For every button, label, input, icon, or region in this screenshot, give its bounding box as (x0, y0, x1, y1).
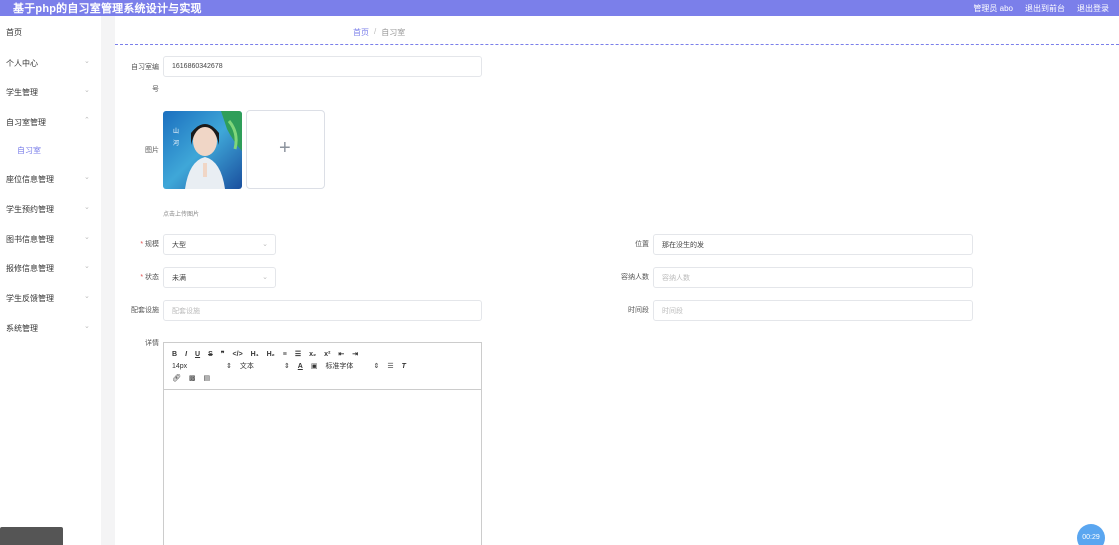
underline-button[interactable]: U (195, 351, 200, 358)
ordered-list-button[interactable]: ≡ (283, 351, 287, 358)
sidebar-item-room-mgmt[interactable]: 自习室管理 ⌃ (0, 113, 101, 131)
font-color-icon[interactable]: A (298, 363, 303, 370)
bold-button[interactable]: B (172, 351, 177, 358)
image-icon[interactable]: ▩ (189, 374, 196, 382)
chevron-down-icon: ⌄ (84, 323, 90, 330)
sidebar: 首页 个人中心 ⌄ 学生管理 ⌄ 自习室管理 ⌃ 自习室 座位信息管理 ⌄ 学生预约管理… (0, 16, 101, 545)
strike-button[interactable]: S (208, 351, 213, 358)
chevron-down-icon: ⌄ (84, 204, 90, 211)
select-arrow-icon: ⇕ (226, 363, 232, 370)
sidebar-item-profile[interactable]: 个人中心 ⌄ (0, 54, 101, 72)
location-input[interactable]: 那在没生的发 (653, 234, 973, 255)
h2-button[interactable]: H₂ (267, 351, 275, 358)
sidebar-item-home[interactable]: 首页 (0, 23, 101, 41)
chevron-down-icon: ⌄ (84, 87, 90, 94)
breadcrumb-home[interactable]: 首页 (353, 27, 369, 38)
video-icon[interactable]: ▤ (204, 374, 211, 382)
plus-icon: + (279, 137, 291, 159)
app-title: 基于php的自习室管理系统设计与实现 (13, 3, 202, 15)
sidebar-item-seats[interactable]: 座位信息管理 ⌄ (0, 170, 101, 188)
sidebar-item-system[interactable]: 系统管理 ⌄ (0, 319, 101, 337)
status-label: 状态 (115, 272, 159, 282)
header-actions: 管理员 abo 退出到前台 退出登录 (973, 3, 1109, 14)
select-arrow-icon: ⇕ (283, 363, 290, 370)
timeslot-label: 时间段 (628, 307, 649, 314)
editor-toolbar: B I U S ❞ </> H₁ H₂ ≡ ☰ x₂ x² ⇤ ⇥ 14px ⇕… (164, 343, 481, 390)
facilities-input[interactable]: 配套设施 (163, 300, 482, 321)
capacity-input[interactable]: 容纳人数 (653, 267, 973, 288)
bullet-list-button[interactable]: ☰ (295, 350, 301, 358)
upload-hint: 点击上传图片 (163, 212, 200, 218)
align-icon[interactable]: ☰ (387, 362, 393, 370)
superscript-button[interactable]: x² (324, 351, 330, 358)
image-label: 图片 (145, 147, 159, 154)
chevron-down-icon: ⌄ (84, 174, 90, 181)
chevron-down-icon: ⌄ (84, 263, 90, 270)
main-panel: 首页 / 自习室 自习室编 号 1616860342678 图片 山 河 + 点… (115, 16, 1119, 545)
top-bar: 基于php的自习室管理系统设计与实现 管理员 abo 退出到前台 退出登录 (0, 0, 1119, 16)
to-frontend-link[interactable]: 退出到前台 (1025, 3, 1065, 14)
logout-link[interactable]: 退出登录 (1077, 3, 1109, 14)
room-image-thumbnail[interactable]: 山 河 (163, 111, 242, 189)
facilities-label: 配套设施 (131, 307, 159, 314)
link-icon[interactable]: 🔗︎ (172, 374, 181, 382)
sidebar-item-books[interactable]: 图书信息管理 ⌄ (0, 230, 101, 248)
size-label: 规模 (115, 239, 159, 249)
chevron-down-icon: ⌄ (84, 58, 90, 65)
svg-text:山: 山 (173, 127, 179, 135)
text-type-select[interactable]: 文本 (240, 361, 276, 371)
sidebar-item-reservations[interactable]: 学生预约管理 ⌄ (0, 200, 101, 218)
chevron-down-icon: ⌄ (262, 274, 268, 281)
chevron-down-icon: ⌄ (84, 234, 90, 241)
svg-text:河: 河 (173, 139, 179, 147)
clear-format-icon[interactable]: T (402, 363, 406, 370)
admin-name: 管理员 abo (973, 3, 1013, 13)
size-select[interactable]: 大型 ⌄ (163, 234, 276, 255)
code-button[interactable]: </> (233, 351, 243, 358)
background-color-icon[interactable]: ▣ (311, 362, 318, 370)
room-no-label: 自习室编 (131, 64, 159, 71)
location-label: 位置 (635, 241, 649, 248)
sidebar-item-repairs[interactable]: 报修信息管理 ⌄ (0, 259, 101, 277)
breadcrumb: 首页 / 自习室 (115, 16, 1119, 45)
chevron-down-icon: ⌄ (84, 293, 90, 300)
room-no-label-cont: 号 (152, 86, 159, 93)
breadcrumb-current: 自习室 (381, 28, 406, 37)
breadcrumb-separator: / (374, 27, 377, 36)
font-family-select[interactable]: 标准字体 (325, 361, 365, 371)
subscript-button[interactable]: x₂ (309, 351, 316, 358)
outdent-button[interactable]: ⇤ (338, 350, 344, 358)
quote-button[interactable]: ❞ (221, 350, 225, 358)
sidebar-item-feedback[interactable]: 学生反馈管理 ⌄ (0, 289, 101, 307)
sidebar-item-students[interactable]: 学生管理 ⌄ (0, 83, 101, 101)
select-arrow-icon: ⇕ (373, 363, 380, 370)
chevron-down-icon: ⌄ (262, 241, 268, 248)
chevron-up-icon: ⌃ (84, 117, 90, 124)
sidebar-item-room[interactable]: 自习室 (0, 141, 101, 159)
capacity-label: 容纳人数 (621, 274, 649, 281)
recording-timer: 00:29 (1077, 524, 1105, 545)
rich-text-editor[interactable]: B I U S ❞ </> H₁ H₂ ≡ ☰ x₂ x² ⇤ ⇥ 14px ⇕… (163, 342, 482, 545)
font-size-select[interactable]: 14px (172, 363, 218, 370)
indent-button[interactable]: ⇥ (352, 350, 358, 358)
timeslot-input[interactable]: 时间段 (653, 300, 973, 321)
taskbar-badge (0, 527, 63, 545)
h1-button[interactable]: H₁ (251, 351, 259, 358)
status-select[interactable]: 未满 ⌄ (163, 267, 276, 288)
room-no-input[interactable]: 1616860342678 (163, 56, 482, 77)
details-label: 详情 (145, 340, 159, 347)
italic-button[interactable]: I (185, 351, 187, 358)
image-upload-button[interactable]: + (246, 110, 325, 189)
